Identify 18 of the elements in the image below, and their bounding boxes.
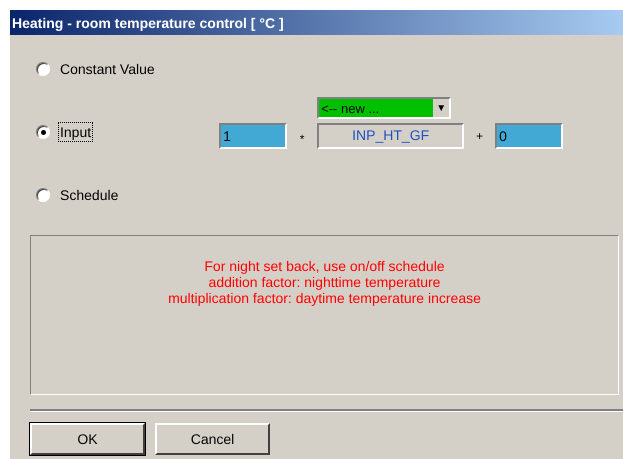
multiply-sign: * xyxy=(298,132,306,148)
note-text: multiplication factor: daytime temperature increase xyxy=(168,290,481,306)
radio-label[interactable]: Input xyxy=(58,122,94,142)
radio-button[interactable] xyxy=(36,62,50,76)
plus-sign: + xyxy=(475,129,484,145)
radio-button[interactable] xyxy=(36,188,50,202)
input-name-field[interactable]: INP_HT_GF xyxy=(317,123,464,149)
window-title: Heating - room temperature control [ °C ] xyxy=(12,14,284,30)
offset-field[interactable]: 0 xyxy=(495,123,564,149)
note-text: For night set back, use on/off schedule xyxy=(204,258,445,274)
dialog-button[interactable]: Cancel xyxy=(155,423,270,455)
input-dropdown[interactable]: <-- new ... ▼ xyxy=(317,97,452,119)
radio-button[interactable] xyxy=(36,125,50,139)
dialog-button[interactable]: OK xyxy=(30,423,145,455)
note-text: addition factor: nighttime temperature xyxy=(208,274,440,290)
radio-label[interactable]: Schedule xyxy=(58,185,120,205)
factor-field[interactable]: 1 xyxy=(219,123,288,149)
radio-label[interactable]: Constant Value xyxy=(58,59,157,79)
